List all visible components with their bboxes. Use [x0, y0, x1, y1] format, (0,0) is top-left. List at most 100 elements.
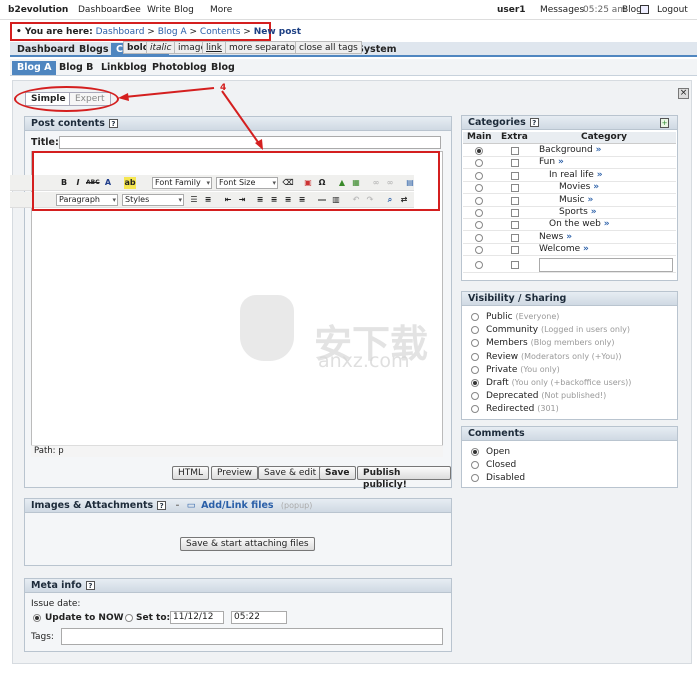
category-main-radio[interactable]: [475, 171, 483, 180]
logout-link[interactable]: Logout: [657, 5, 688, 15]
time-input[interactable]: 05:22: [231, 611, 287, 624]
category-name[interactable]: News »: [539, 232, 572, 242]
set-to-radio[interactable]: [125, 614, 133, 622]
top-nav-blog[interactable]: Blog: [174, 5, 194, 15]
visibility-option[interactable]: Members (Blog members only): [486, 338, 615, 348]
quicktag-link[interactable]: link: [202, 41, 226, 54]
visibility-option[interactable]: Redirected (301): [486, 404, 559, 414]
category-name[interactable]: Movies »: [559, 182, 599, 192]
comments-option[interactable]: Disabled: [486, 473, 525, 483]
breadcrumb-dashboard[interactable]: Dashboard: [96, 27, 145, 37]
visibility-radio[interactable]: [471, 339, 479, 348]
visibility-option[interactable]: Private (You only): [486, 365, 560, 375]
quicktag-more[interactable]: more separator: [225, 41, 303, 54]
category-extra-checkbox[interactable]: [511, 221, 519, 230]
comments-option[interactable]: Closed: [486, 460, 516, 470]
comments-radio[interactable]: [471, 461, 479, 469]
save-edit-button[interactable]: Save & edit: [258, 466, 323, 480]
update-now-radio[interactable]: [33, 614, 41, 622]
subnav-linkblog[interactable]: Linkblog: [96, 61, 152, 75]
new-category-input[interactable]: [539, 257, 673, 272]
add-link-files[interactable]: Add/Link files: [201, 500, 274, 511]
visibility-option[interactable]: Community (Logged in users only): [486, 325, 630, 335]
comments-option[interactable]: Open: [486, 447, 510, 457]
quicktag-italic[interactable]: italic: [146, 41, 176, 54]
subnav-blog-b[interactable]: Blog B: [54, 61, 98, 75]
category-main-radio[interactable]: [475, 246, 483, 255]
category-name[interactable]: Welcome »: [539, 244, 589, 254]
save-button[interactable]: Save: [319, 466, 356, 480]
visibility-option[interactable]: Deprecated (Not published!): [486, 391, 606, 401]
category-name[interactable]: On the web »: [549, 219, 610, 229]
visibility-option[interactable]: Public (Everyone): [486, 312, 559, 322]
category-extra-checkbox[interactable]: [511, 209, 519, 217]
category-main-radio[interactable]: [475, 147, 483, 155]
visibility-radio[interactable]: [471, 379, 479, 387]
new-category-checkbox[interactable]: [511, 260, 519, 269]
subnav-photoblog[interactable]: Photoblog: [147, 61, 212, 75]
top-nav-see[interactable]: See: [124, 5, 141, 15]
breadcrumb-sep: >: [189, 27, 198, 37]
visibility-radio[interactable]: [471, 313, 479, 321]
preview-button[interactable]: Preview: [211, 466, 259, 480]
add-category-icon[interactable]: +: [660, 118, 669, 128]
date-input[interactable]: 11/12/12: [170, 611, 224, 624]
tags-input[interactable]: [61, 628, 443, 645]
category-extra-checkbox[interactable]: [511, 246, 519, 255]
visibility-radio[interactable]: [471, 405, 479, 414]
category-name[interactable]: In real life »: [549, 170, 603, 180]
category-extra-checkbox[interactable]: [511, 196, 519, 205]
category-extra-checkbox[interactable]: [511, 159, 519, 168]
title-input[interactable]: [59, 136, 441, 149]
nav-blogs[interactable]: Blogs: [74, 43, 113, 56]
breadcrumb-contents[interactable]: Contents: [200, 27, 240, 37]
breadcrumb-blog-a[interactable]: Blog A: [158, 27, 187, 37]
help-icon[interactable]: ?: [108, 119, 118, 128]
visibility-radio[interactable]: [471, 392, 479, 401]
category-main-radio[interactable]: [475, 209, 483, 217]
category-main-radio[interactable]: [475, 159, 483, 168]
category-main-radio[interactable]: [475, 221, 483, 230]
folder-icon[interactable]: ▭: [187, 500, 196, 511]
top-nav-more[interactable]: More: [210, 5, 232, 15]
category-extra-checkbox[interactable]: [511, 233, 519, 242]
messages-link[interactable]: Messages: [540, 5, 584, 15]
category-name[interactable]: Sports »: [559, 207, 597, 217]
visibility-radio[interactable]: [471, 352, 479, 361]
subnav-blog[interactable]: Blog: [206, 61, 240, 75]
visibility-option[interactable]: Review (Moderators only (+You)): [486, 352, 621, 362]
category-main-radio[interactable]: [475, 196, 483, 205]
user-name[interactable]: user1: [497, 5, 526, 15]
category-main-radio[interactable]: [475, 184, 483, 193]
new-category-radio[interactable]: [475, 260, 483, 269]
top-nav-write[interactable]: Write: [147, 5, 171, 15]
visibility-radio[interactable]: [471, 365, 479, 374]
category-name[interactable]: Background »: [539, 145, 601, 155]
help-icon[interactable]: ?: [529, 118, 539, 127]
help-icon[interactable]: ?: [157, 501, 167, 510]
category-extra-checkbox[interactable]: [511, 171, 519, 180]
visibility-option[interactable]: Draft (You only (+backoffice users)): [486, 378, 631, 388]
meta-panel: Meta info? Issue date: Update to NOW Set…: [24, 578, 452, 652]
close-icon[interactable]: ×: [678, 88, 689, 99]
category-main-radio[interactable]: [475, 233, 483, 242]
blog-window-icon[interactable]: [640, 5, 649, 14]
html-button[interactable]: HTML: [172, 466, 210, 480]
category-name[interactable]: Fun »: [539, 157, 564, 167]
subnav-blog-a[interactable]: Blog A: [12, 61, 57, 75]
comments-radio[interactable]: [471, 448, 479, 456]
category-name[interactable]: Music »: [559, 195, 593, 205]
category-extra-checkbox[interactable]: [511, 184, 519, 193]
brand-logo[interactable]: b2evolution: [8, 5, 68, 15]
nav-dashboard[interactable]: Dashboard: [12, 43, 80, 56]
images-header: Images & Attachments? - ▭ Add/Link files…: [25, 499, 451, 513]
attach-files-button[interactable]: Save & start attaching files: [180, 537, 315, 551]
category-extra-checkbox[interactable]: [511, 147, 519, 155]
publish-button[interactable]: Publish publicly!: [357, 466, 451, 490]
top-nav-dashboard[interactable]: Dashboard: [78, 5, 127, 15]
blog-link[interactable]: Blog: [622, 5, 642, 15]
visibility-radio[interactable]: [471, 326, 479, 335]
comments-radio[interactable]: [471, 474, 479, 482]
quicktag-close-all[interactable]: close all tags: [295, 41, 362, 54]
help-icon[interactable]: ?: [85, 581, 95, 590]
